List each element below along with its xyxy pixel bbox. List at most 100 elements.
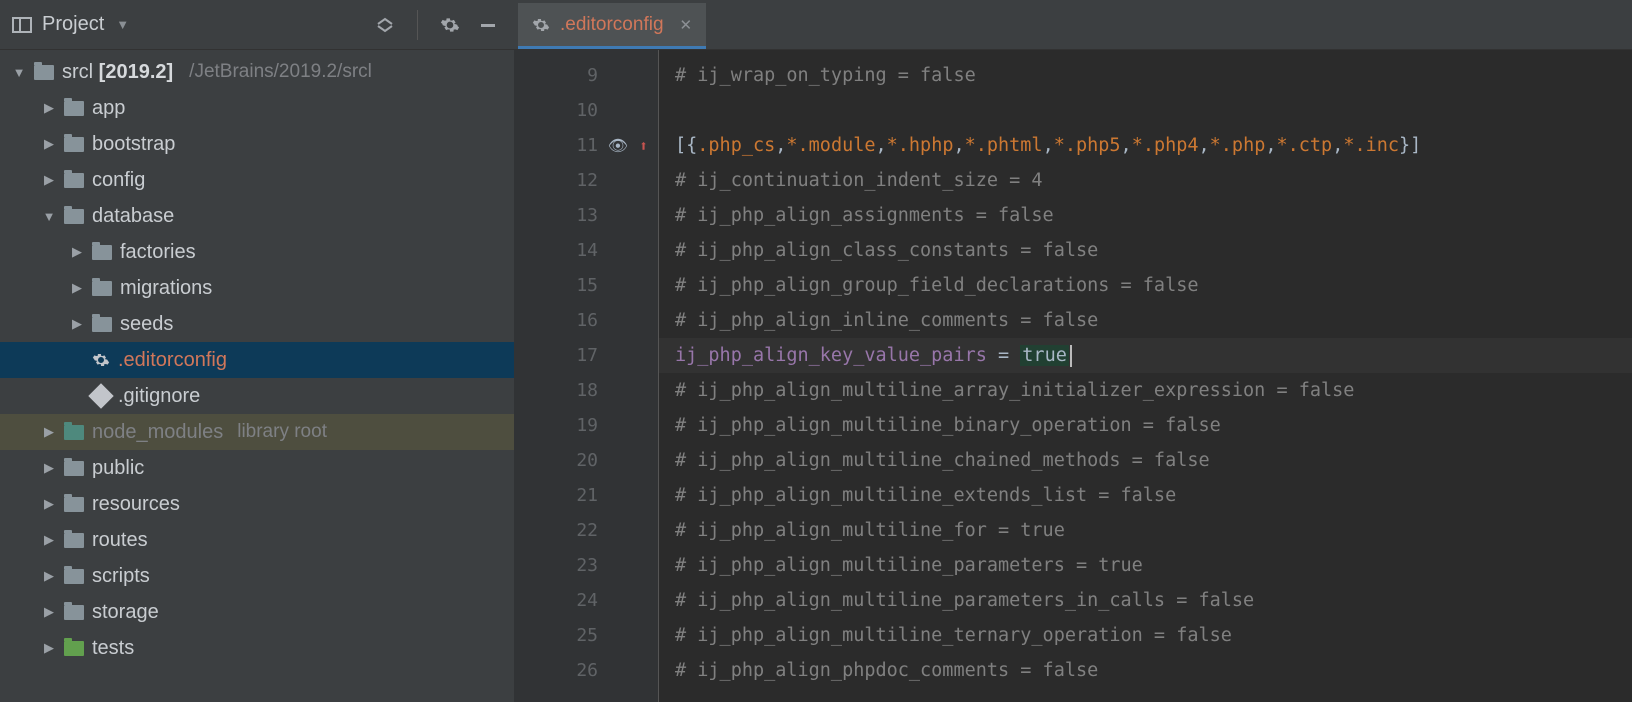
settings-button[interactable] [436, 11, 464, 39]
code-line[interactable]: # ij_php_align_multiline_parameters_in_c… [659, 583, 1632, 618]
folder-icon [64, 533, 84, 548]
editor-tab[interactable]: .editorconfig ✕ [518, 3, 706, 49]
code-line[interactable]: # ij_php_align_multiline_binary_operatio… [659, 408, 1632, 443]
gutter-line[interactable]: 20 [514, 443, 658, 478]
chevron-right-icon[interactable]: ▶ [42, 568, 56, 584]
tree-root[interactable]: ▼ srcl [2019.2] /JetBrains/2019.2/srcl [0, 54, 514, 90]
tree-item-factories[interactable]: ▶factories [0, 234, 514, 270]
folder-icon [64, 101, 84, 116]
code-line[interactable]: [{.php_cs,*.module,*.hphp,*.phtml,*.php5… [659, 128, 1632, 163]
tree-item-public[interactable]: ▶public [0, 450, 514, 486]
gutter-line[interactable]: 15 [514, 268, 658, 303]
code-line[interactable]: # ij_php_align_phpdoc_comments = false [659, 653, 1632, 688]
tree-item-label: tests [92, 637, 134, 660]
chevron-down-icon[interactable]: ▼ [12, 65, 26, 80]
gutter-line[interactable]: 10 [514, 93, 658, 128]
chevron-right-icon[interactable]: ▶ [70, 244, 84, 260]
tree-item-tests[interactable]: ▶ tests [0, 630, 514, 666]
view-selector[interactable]: Project [42, 13, 104, 36]
preview-icon[interactable]: 👁 [608, 136, 628, 155]
gutter-line[interactable]: 18 [514, 373, 658, 408]
tree-item-resources[interactable]: ▶ resources [0, 486, 514, 522]
project-tree[interactable]: ▼ srcl [2019.2] /JetBrains/2019.2/srcl ▶… [0, 50, 514, 702]
code-line[interactable]: # ij_php_align_inline_comments = false [659, 303, 1632, 338]
chevron-right-icon[interactable]: ▶ [70, 316, 84, 332]
gear-icon [532, 16, 550, 34]
chevron-right-icon[interactable]: ▶ [70, 280, 84, 296]
chevron-down-icon[interactable]: ▼ [116, 17, 129, 32]
gutter-line[interactable]: 16 [514, 303, 658, 338]
chevron-right-icon[interactable]: ▶ [42, 604, 56, 620]
tree-item-label: migrations [120, 277, 212, 300]
chevron-right-icon[interactable]: ▶ [42, 532, 56, 548]
chevron-right-icon[interactable]: ▶ [42, 100, 56, 116]
chevron-right-icon[interactable]: ▶ [42, 172, 56, 188]
code-line[interactable]: ij_php_align_key_value_pairs = true [659, 338, 1632, 373]
chevron-right-icon[interactable]: ▶ [42, 424, 56, 440]
tree-item-migrations[interactable]: ▶ migrations [0, 270, 514, 306]
tree-item-database[interactable]: ▼ database [0, 198, 514, 234]
tree-item-label: routes [92, 529, 148, 552]
project-sidebar: Project ▼ ▼ srcl [2019.2] /JetBrains/201… [0, 0, 514, 702]
editor-content[interactable]: # ij_wrap_on_typing = false [{.php_cs,*.… [658, 50, 1632, 702]
gutter-line[interactable]: 19 [514, 408, 658, 443]
tree-item-label: node_modules [92, 421, 223, 444]
gutter-line[interactable]: 13 [514, 198, 658, 233]
code-line[interactable]: # ij_wrap_on_typing = false [659, 58, 1632, 93]
code-line[interactable] [659, 93, 1632, 128]
folder-icon [92, 317, 112, 332]
chevron-right-icon[interactable]: ▶ [42, 496, 56, 512]
tree-item-storage[interactable]: ▶ storage [0, 594, 514, 630]
code-line[interactable]: # ij_php_align_multiline_parameters = tr… [659, 548, 1632, 583]
scroll-from-source-button[interactable] [371, 11, 399, 39]
tree-item-label: resources [92, 493, 180, 516]
minimize-button[interactable] [474, 11, 502, 39]
root-name: srcl [2019.2] [62, 61, 173, 84]
code-line[interactable]: # ij_php_align_multiline_chained_methods… [659, 443, 1632, 478]
tree-item-node_modules[interactable]: ▶node_moduleslibrary root [0, 414, 514, 450]
folder-icon [64, 497, 84, 512]
chevron-right-icon[interactable]: ▶ [42, 640, 56, 656]
gutter-line[interactable]: 21 [514, 478, 658, 513]
tree-item-app[interactable]: ▶app [0, 90, 514, 126]
code-line[interactable]: # ij_php_align_multiline_ternary_operati… [659, 618, 1632, 653]
gutter-line[interactable]: 11👁⬆ [514, 128, 658, 163]
tree-item--gitignore[interactable]: ▶.gitignore [0, 378, 514, 414]
close-icon[interactable]: ✕ [680, 16, 693, 34]
tree-item-config[interactable]: ▶config [0, 162, 514, 198]
chevron-down-icon[interactable]: ▼ [42, 209, 56, 224]
tree-item-label: bootstrap [92, 133, 175, 156]
project-view-icon[interactable] [12, 17, 32, 33]
editor-gutter[interactable]: 91011👁⬆121314151617181920212223242526 [514, 50, 658, 702]
gutter-line[interactable]: 25 [514, 618, 658, 653]
folder-icon [64, 173, 84, 188]
git-icon [88, 383, 113, 408]
editor-pane: .editorconfig ✕ 91011👁⬆12131415161718192… [514, 0, 1632, 702]
tree-item-label: storage [92, 601, 159, 624]
code-line[interactable]: # ij_continuation_indent_size = 4 [659, 163, 1632, 198]
gutter-line[interactable]: 22 [514, 513, 658, 548]
chevron-right-icon[interactable]: ▶ [42, 136, 56, 152]
tree-item-scripts[interactable]: ▶scripts [0, 558, 514, 594]
tree-item-label: database [92, 205, 174, 228]
gutter-line[interactable]: 17 [514, 338, 658, 373]
gutter-line[interactable]: 14 [514, 233, 658, 268]
override-up-icon[interactable]: ⬆ [639, 137, 648, 155]
gutter-line[interactable]: 23 [514, 548, 658, 583]
code-line[interactable]: # ij_php_align_multiline_array_initializ… [659, 373, 1632, 408]
tree-item-bootstrap[interactable]: ▶ bootstrap [0, 126, 514, 162]
tree-item--editorconfig[interactable]: ▶.editorconfig [0, 342, 514, 378]
code-line[interactable]: # ij_php_align_group_field_declarations … [659, 268, 1632, 303]
code-line[interactable]: # ij_php_align_assignments = false [659, 198, 1632, 233]
chevron-right-icon[interactable]: ▶ [42, 460, 56, 476]
tree-item-routes[interactable]: ▶ routes [0, 522, 514, 558]
folder-icon [64, 605, 84, 620]
gutter-line[interactable]: 24 [514, 583, 658, 618]
tree-item-seeds[interactable]: ▶seeds [0, 306, 514, 342]
code-line[interactable]: # ij_php_align_class_constants = false [659, 233, 1632, 268]
gutter-line[interactable]: 12 [514, 163, 658, 198]
code-line[interactable]: # ij_php_align_multiline_extends_list = … [659, 478, 1632, 513]
gutter-line[interactable]: 26 [514, 653, 658, 688]
code-line[interactable]: # ij_php_align_multiline_for = true [659, 513, 1632, 548]
gutter-line[interactable]: 9 [514, 58, 658, 93]
